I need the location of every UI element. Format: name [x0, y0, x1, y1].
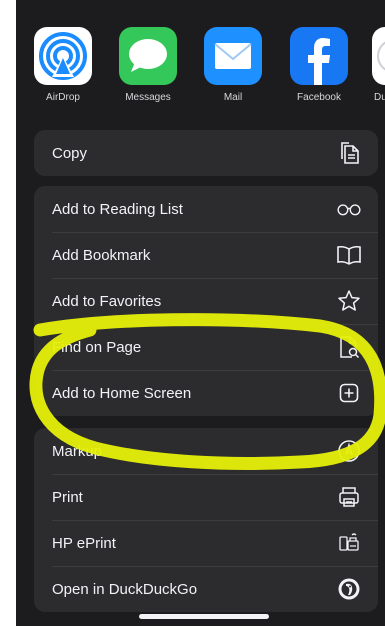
- action-label: Open in DuckDuckGo: [52, 580, 198, 598]
- action-group-other: Markup Print HP ePrint Open in DuckDuckG…: [34, 428, 378, 612]
- app-label: Messages: [125, 92, 171, 103]
- action-label: HP ePrint: [52, 534, 116, 552]
- star-icon: [336, 288, 362, 314]
- action-hp-eprint[interactable]: HP ePrint: [34, 520, 378, 566]
- action-label: Markup: [52, 442, 103, 460]
- facebook-icon: [290, 27, 348, 85]
- app-label: Facebook: [297, 92, 341, 103]
- action-open-in-duckduckgo[interactable]: Open in DuckDuckGo: [34, 566, 378, 612]
- printer-icon: [336, 484, 362, 510]
- share-app-messages[interactable]: Messages: [103, 27, 193, 103]
- plus-square-icon: [336, 380, 362, 406]
- action-label: Add Bookmark: [52, 246, 151, 264]
- action-label: Add to Reading List: [52, 200, 183, 218]
- action-add-to-favorites[interactable]: Add to Favorites: [34, 278, 378, 324]
- mail-icon: [204, 27, 262, 85]
- copy-icon: [336, 140, 362, 166]
- action-label: Copy: [52, 144, 88, 162]
- share-app-airdrop[interactable]: AirDrop: [18, 27, 108, 103]
- app-label: AirDrop: [46, 92, 80, 103]
- share-app-mail[interactable]: Mail: [188, 27, 278, 103]
- action-add-to-reading-list[interactable]: Add to Reading List: [34, 186, 378, 232]
- action-label: Print: [52, 488, 83, 506]
- share-app-duckduckgo[interactable]: Du: [360, 27, 385, 103]
- messages-icon: [119, 27, 177, 85]
- action-label: Add to Favorites: [52, 292, 162, 310]
- share-sheet: AirDrop Messages Mail Facebook Du Copy A…: [16, 0, 385, 626]
- airdrop-icon: [34, 27, 92, 85]
- action-label: Add to Home Screen: [52, 384, 192, 402]
- action-group-browser: Add to Reading List Add Bookmark Add to …: [34, 186, 378, 416]
- action-label: Find on Page: [52, 338, 142, 356]
- action-find-on-page[interactable]: Find on Page: [34, 324, 378, 370]
- share-app-facebook[interactable]: Facebook: [274, 27, 364, 103]
- hp-eprint-icon: [336, 530, 362, 556]
- app-row: AirDrop Messages Mail Facebook Du: [16, 0, 385, 120]
- markup-icon: [336, 438, 362, 464]
- app-label: Mail: [223, 92, 243, 103]
- action-group-copy: Copy: [34, 130, 378, 176]
- home-indicator: [139, 614, 269, 619]
- action-add-bookmark[interactable]: Add Bookmark: [34, 232, 378, 278]
- action-markup[interactable]: Markup: [34, 428, 378, 474]
- find-on-page-icon: [336, 334, 362, 360]
- duckduckgo-app-icon: [372, 27, 385, 85]
- book-icon: [336, 242, 362, 268]
- glasses-icon: [336, 196, 362, 222]
- action-copy[interactable]: Copy: [34, 130, 378, 176]
- action-print[interactable]: Print: [34, 474, 378, 520]
- duckduckgo-icon: [336, 576, 362, 602]
- app-label: Du: [374, 92, 385, 103]
- action-add-to-home-screen[interactable]: Add to Home Screen: [34, 370, 378, 416]
